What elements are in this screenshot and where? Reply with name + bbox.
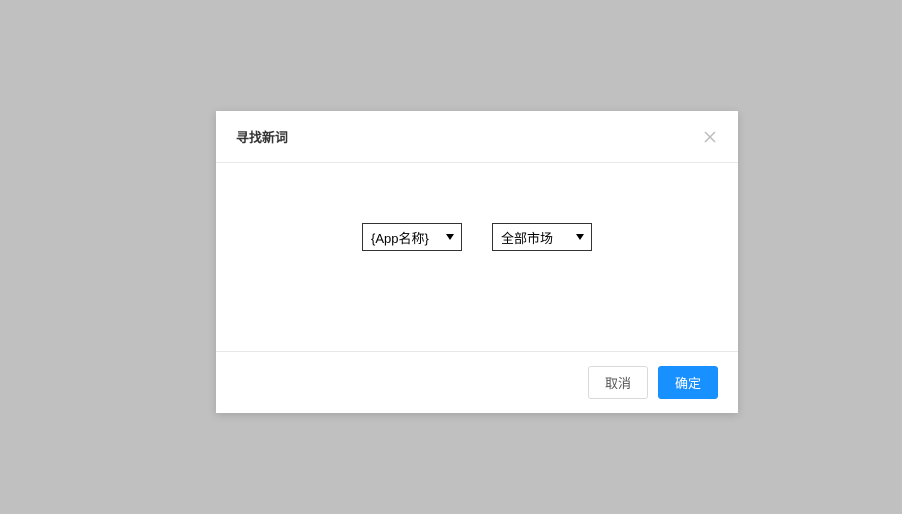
app-name-select[interactable]: {App名称} [362,223,462,251]
modal-body: {App名称} 全部市场 [216,163,738,351]
modal-footer: 取消 确定 [216,351,738,413]
close-icon [704,131,716,143]
confirm-button[interactable]: 确定 [658,366,718,399]
close-button[interactable] [702,129,718,145]
market-select[interactable]: 全部市场 [492,223,592,251]
market-select-value: 全部市场 [501,228,553,247]
modal-title: 寻找新词 [236,127,288,146]
app-name-select-value: {App名称} [371,228,429,247]
cancel-button[interactable]: 取消 [588,366,648,399]
modal-header: 寻找新词 [216,111,738,163]
modal-dialog: 寻找新词 {App名称} 全部市场 取消 确定 [216,111,738,413]
